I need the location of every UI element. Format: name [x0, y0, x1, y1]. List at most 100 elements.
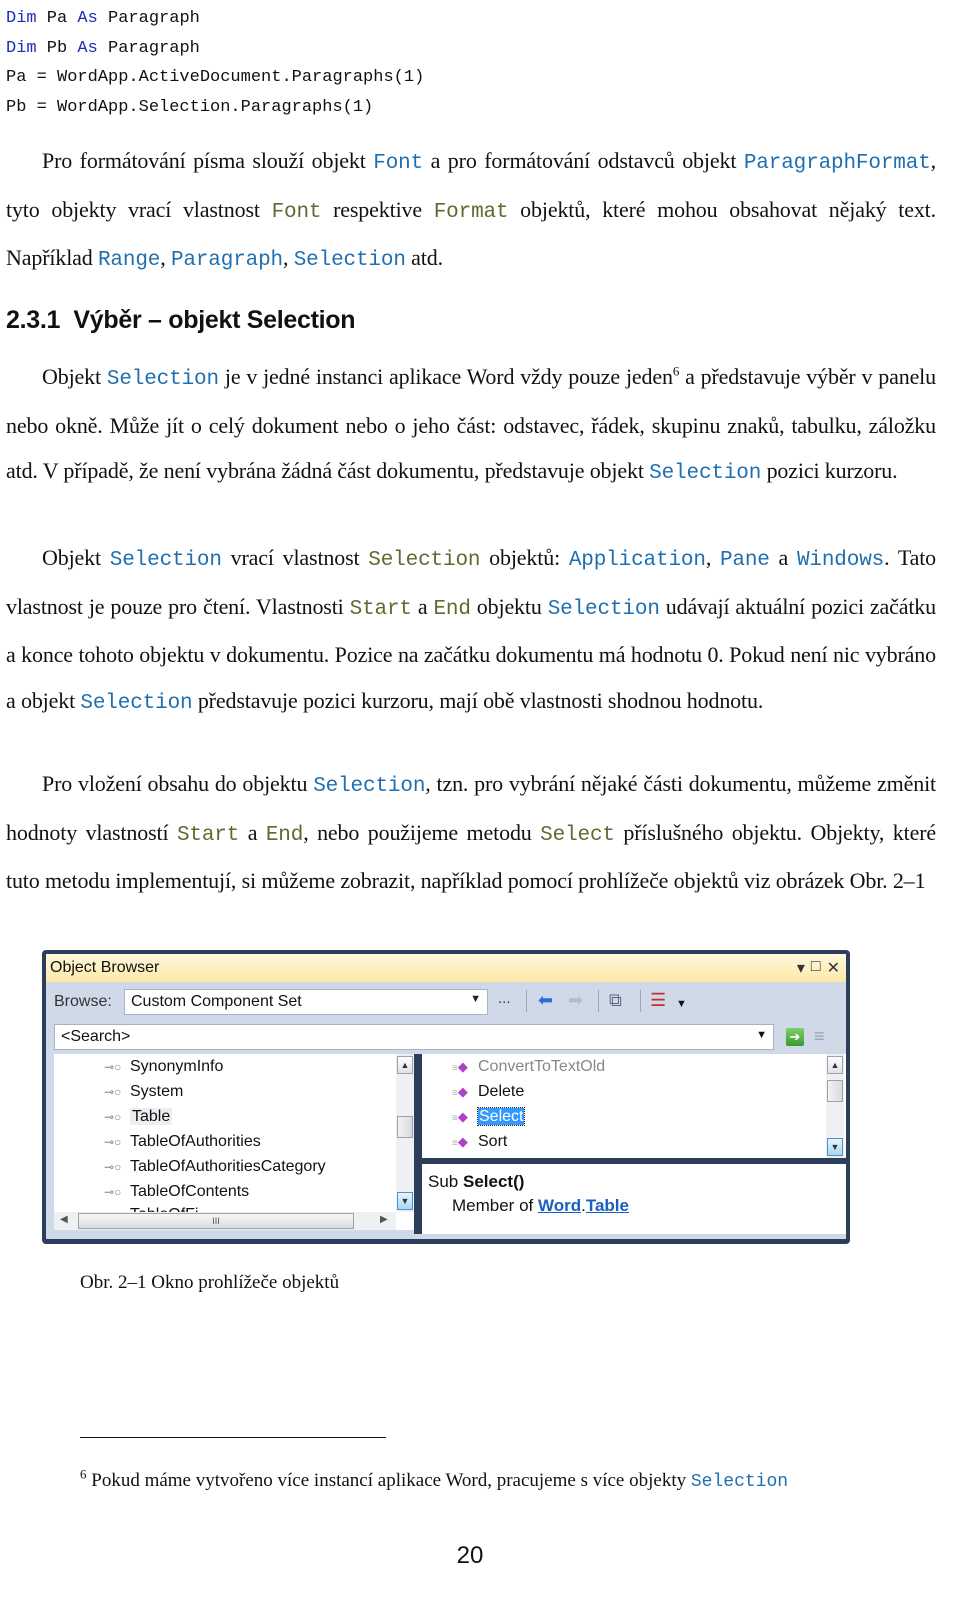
- class-name: Selection: [547, 597, 660, 621]
- maximize-icon[interactable]: □: [811, 958, 821, 978]
- tree-item[interactable]: ⊸○ TableOfContents: [104, 1181, 249, 1203]
- class-icon: ⊸○: [104, 1185, 122, 1199]
- class-name: Selection: [109, 549, 222, 572]
- class-name: Selection: [649, 462, 762, 485]
- text: a: [769, 545, 797, 570]
- browse-scope-select[interactable]: Custom Component Set ▼: [124, 989, 488, 1015]
- paragraph-selection-property: Objekt Selection vrací vlastnost Selecti…: [6, 535, 936, 726]
- toolbar: Browse: Custom Component Set ▼ ... ⬅ ➡ ⧉…: [46, 984, 846, 1018]
- scroll-thumb[interactable]: [397, 1116, 413, 1138]
- footnote-separator: [80, 1437, 386, 1438]
- pane-splitter[interactable]: [414, 1054, 422, 1234]
- scroll-thumb[interactable]: III: [78, 1213, 354, 1229]
- tree-item[interactable]: ⊸○ System: [104, 1081, 183, 1103]
- text: ,: [160, 245, 171, 270]
- search-input[interactable]: <Search> ▼: [54, 1024, 774, 1050]
- paragraph-selection-intro: Objekt Selection je v jedné instanci apl…: [6, 354, 936, 497]
- property-name: End: [265, 823, 304, 847]
- page-number: 20: [456, 1542, 484, 1569]
- property-name: Font: [271, 200, 322, 224]
- add-reference-icon[interactable]: ⧉: [609, 990, 622, 1010]
- code-line: Pa = WordApp.ActiveDocument.Paragraphs(1…: [6, 68, 425, 87]
- class-name: Selection: [293, 249, 406, 272]
- member-item[interactable]: ≡◆ Delete: [452, 1081, 524, 1103]
- text: ,: [705, 545, 720, 570]
- object-browser-window: Object Browser ▾ □ ✕ Browse: Custom Comp…: [46, 954, 846, 1239]
- member-label: ConvertToTextOld: [478, 1058, 606, 1075]
- class-icon: ⊸○: [104, 1085, 122, 1099]
- text: objektu: [470, 593, 548, 619]
- tree-item-label: System: [130, 1083, 184, 1100]
- description-pane: Sub Select() Member of Word.Table: [422, 1164, 846, 1234]
- window-menu-dropdown-icon[interactable]: ▾: [797, 958, 805, 978]
- objects-horizontal-scrollbar[interactable]: ◀ III ▶: [54, 1212, 396, 1230]
- code-keyword: As: [77, 9, 98, 28]
- text: ,: [283, 245, 294, 270]
- code-keyword: Dim: [6, 38, 37, 58]
- text: Pro vložení obsahu do objektu: [42, 771, 314, 796]
- code-type: Paragraph: [97, 9, 200, 28]
- class-name: Application: [568, 549, 706, 572]
- toolbar-separator: [526, 990, 527, 1012]
- member-item[interactable]: ≡◆ ConvertToTextOld: [452, 1056, 605, 1078]
- text: Pro formátování písma slouží objekt: [42, 148, 374, 173]
- paragraph-select-method: Pro vložení obsahu do objektu Selection,…: [6, 761, 936, 904]
- tree-item[interactable]: ⊸○ TableOfAuthoritiesCategory: [104, 1156, 326, 1178]
- scroll-up-icon[interactable]: ▲: [397, 1056, 413, 1074]
- footnote-text: Pokud máme vytvořeno více instancí aplik…: [86, 1470, 691, 1491]
- chevron-down-icon[interactable]: ▼: [756, 1029, 767, 1041]
- text: vrací vlastnost: [221, 545, 369, 570]
- scroll-down-icon[interactable]: ▼: [827, 1138, 843, 1156]
- scroll-up-icon[interactable]: ▲: [827, 1056, 843, 1074]
- class-icon: ⊸○: [104, 1135, 122, 1149]
- paragraph-fonts: Pro formátování písma slouží objekt Font…: [6, 138, 936, 284]
- text: a pro formátování odstavců objekt: [423, 148, 744, 173]
- tree-item[interactable]: ⊸○ TableOfAuthorities: [104, 1131, 261, 1153]
- namespace-link[interactable]: Word: [538, 1196, 581, 1215]
- tree-item-label: SynonymInfo: [130, 1058, 224, 1075]
- class-link[interactable]: Table: [586, 1196, 629, 1215]
- class-icon: ⊸○: [104, 1110, 122, 1124]
- text: , nebo použijeme metodu: [303, 819, 541, 845]
- search-go-icon[interactable]: ➔: [786, 1028, 804, 1046]
- member-item[interactable]: ≡◆ Sort: [452, 1131, 507, 1153]
- settings-list-icon[interactable]: ☰: [650, 990, 666, 1010]
- class-name: Selection: [690, 1472, 789, 1492]
- edit-component-set-button[interactable]: ...: [498, 990, 511, 1007]
- scroll-right-icon[interactable]: ▶: [380, 1214, 388, 1225]
- scroll-left-icon[interactable]: ◀: [60, 1214, 68, 1225]
- scroll-down-icon[interactable]: ▼: [397, 1192, 413, 1210]
- member-item-selected[interactable]: ≡◆ Select: [452, 1106, 526, 1128]
- chevron-down-icon[interactable]: ▼: [470, 993, 481, 1005]
- tree-item-label: TableOfContents: [130, 1183, 250, 1200]
- property-name: End: [433, 597, 471, 621]
- text: Objekt: [42, 545, 110, 570]
- section-heading: 2.3.1 Výběr – objekt Selection: [6, 306, 356, 334]
- members-vertical-scrollbar[interactable]: ▲ ▼: [826, 1054, 844, 1158]
- class-name: Selection: [313, 775, 426, 798]
- class-name: Range: [97, 249, 161, 272]
- class-name: Pane: [719, 549, 770, 572]
- close-icon[interactable]: ✕: [827, 958, 840, 978]
- property-name: Selection: [368, 549, 481, 572]
- back-arrow-icon[interactable]: ⬅: [538, 990, 553, 1010]
- code-keyword: As: [77, 38, 98, 58]
- forward-arrow-icon[interactable]: ➡: [568, 990, 583, 1010]
- scroll-thumb[interactable]: [827, 1080, 843, 1102]
- property-name: Start: [349, 597, 412, 621]
- clear-search-icon[interactable]: ≡: [814, 1026, 825, 1047]
- tree-item[interactable]: ⊸○ SynonymInfo: [104, 1056, 223, 1078]
- tree-item-selected[interactable]: ⊸○ Table: [104, 1106, 173, 1128]
- settings-dropdown-icon[interactable]: ▼: [676, 994, 687, 1014]
- tree-item-partial[interactable]: ⊸○TableOfFi...: [104, 1204, 212, 1212]
- text: respektive: [321, 196, 434, 222]
- objects-vertical-scrollbar[interactable]: ▲ ▼: [396, 1054, 414, 1212]
- method-icon: ≡◆: [452, 1109, 468, 1124]
- members-pane: ≡◆ ConvertToTextOld ≡◆ Delete ≡◆ Select ≡◆ S…: [422, 1054, 846, 1158]
- browse-label: Browse:: [54, 993, 112, 1010]
- property-name: Format: [433, 200, 509, 224]
- text: objektů:: [480, 545, 569, 570]
- method-name: Select: [540, 823, 615, 847]
- text: atd.: [405, 245, 443, 270]
- signature-name: Select(): [462, 1172, 525, 1191]
